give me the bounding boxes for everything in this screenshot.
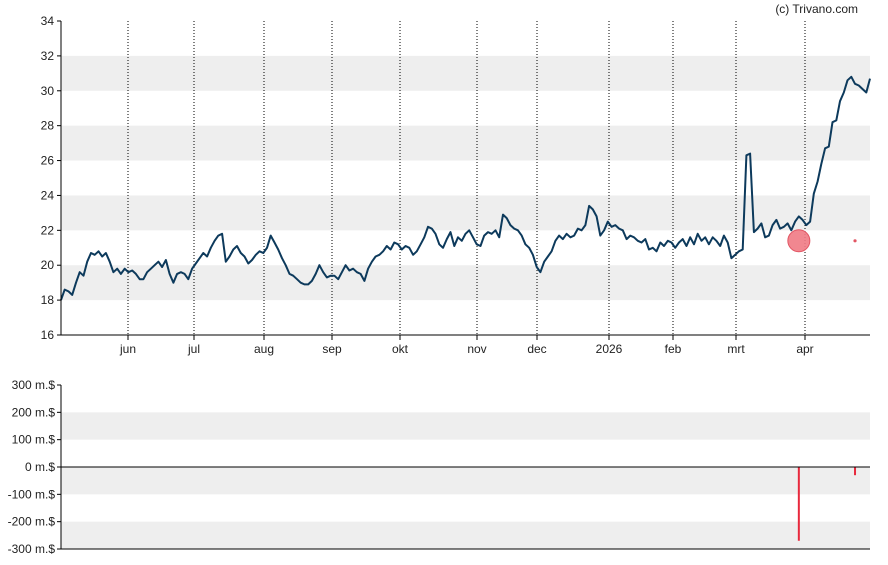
price-y-tick-label: 16	[41, 328, 55, 342]
x-tick-label: 2026	[596, 342, 623, 356]
volume-band	[61, 521, 870, 549]
price-y-tick-label: 28	[41, 119, 55, 133]
volume-y-tick-label: -100 m.$	[8, 487, 56, 501]
x-tick-label: sep	[322, 342, 342, 356]
volume-band	[61, 467, 870, 495]
price-y-tick-label: 24	[41, 188, 55, 202]
x-tick-label: jun	[119, 342, 136, 356]
volume-y-tick-label: 0 m.$	[25, 460, 55, 474]
price-y-tick-label: 20	[41, 258, 55, 272]
volume-band	[61, 412, 870, 440]
price-y-tick-label: 32	[41, 49, 55, 63]
credit-label: (c) Trivano.com	[775, 2, 858, 16]
price-y-tick-label: 22	[41, 223, 55, 237]
x-tick-label: feb	[665, 342, 682, 356]
volume-y-tick-label: 100 m.$	[12, 433, 56, 447]
x-tick-label: aug	[254, 342, 274, 356]
volume-y-tick-labels: 300 m.$ 200 m.$ 100 m.$ 0 m.$ -100 m.$ -200 m…	[8, 378, 61, 556]
price-band	[61, 195, 870, 231]
x-tick-label: apr	[796, 342, 813, 356]
x-tick-label: jul	[187, 342, 200, 356]
x-tick-label: nov	[467, 342, 486, 356]
volume-y-tick-label: -200 m.$	[8, 515, 56, 529]
price-y-tick-label: 18	[41, 293, 55, 307]
price-band	[61, 55, 870, 91]
insider-sell-marker-small	[853, 239, 857, 243]
x-tick-label: mrt	[727, 342, 745, 356]
chart-canvas: 16 18 20 22 24 26 28 30 32 34 jun jul aug sep okt nov d…	[8, 2, 871, 556]
x-tick-label: okt	[392, 342, 409, 356]
volume-y-tick-label: 200 m.$	[12, 405, 56, 419]
price-y-tick-label: 26	[41, 154, 55, 168]
price-panel-bands	[61, 55, 870, 301]
price-y-tick-label: 30	[41, 84, 55, 98]
volume-y-tick-label: 300 m.$	[12, 378, 56, 392]
price-y-tick-label: 34	[41, 14, 55, 28]
volume-panel-bands	[61, 412, 870, 549]
price-y-tick-labels: 16 18 20 22 24 26 28 30 32 34	[41, 14, 61, 342]
stock-chart: 16 18 20 22 24 26 28 30 32 34 jun jul aug sep okt nov d…	[0, 0, 888, 565]
price-band	[61, 265, 870, 301]
x-tick-label: dec	[527, 342, 546, 356]
price-x-tick-labels: jun jul aug sep okt nov dec 2026 feb mrt apr	[119, 342, 814, 356]
insider-sell-marker	[787, 229, 811, 253]
insider-markers	[787, 229, 857, 253]
volume-y-tick-label: -300 m.$	[8, 542, 56, 556]
